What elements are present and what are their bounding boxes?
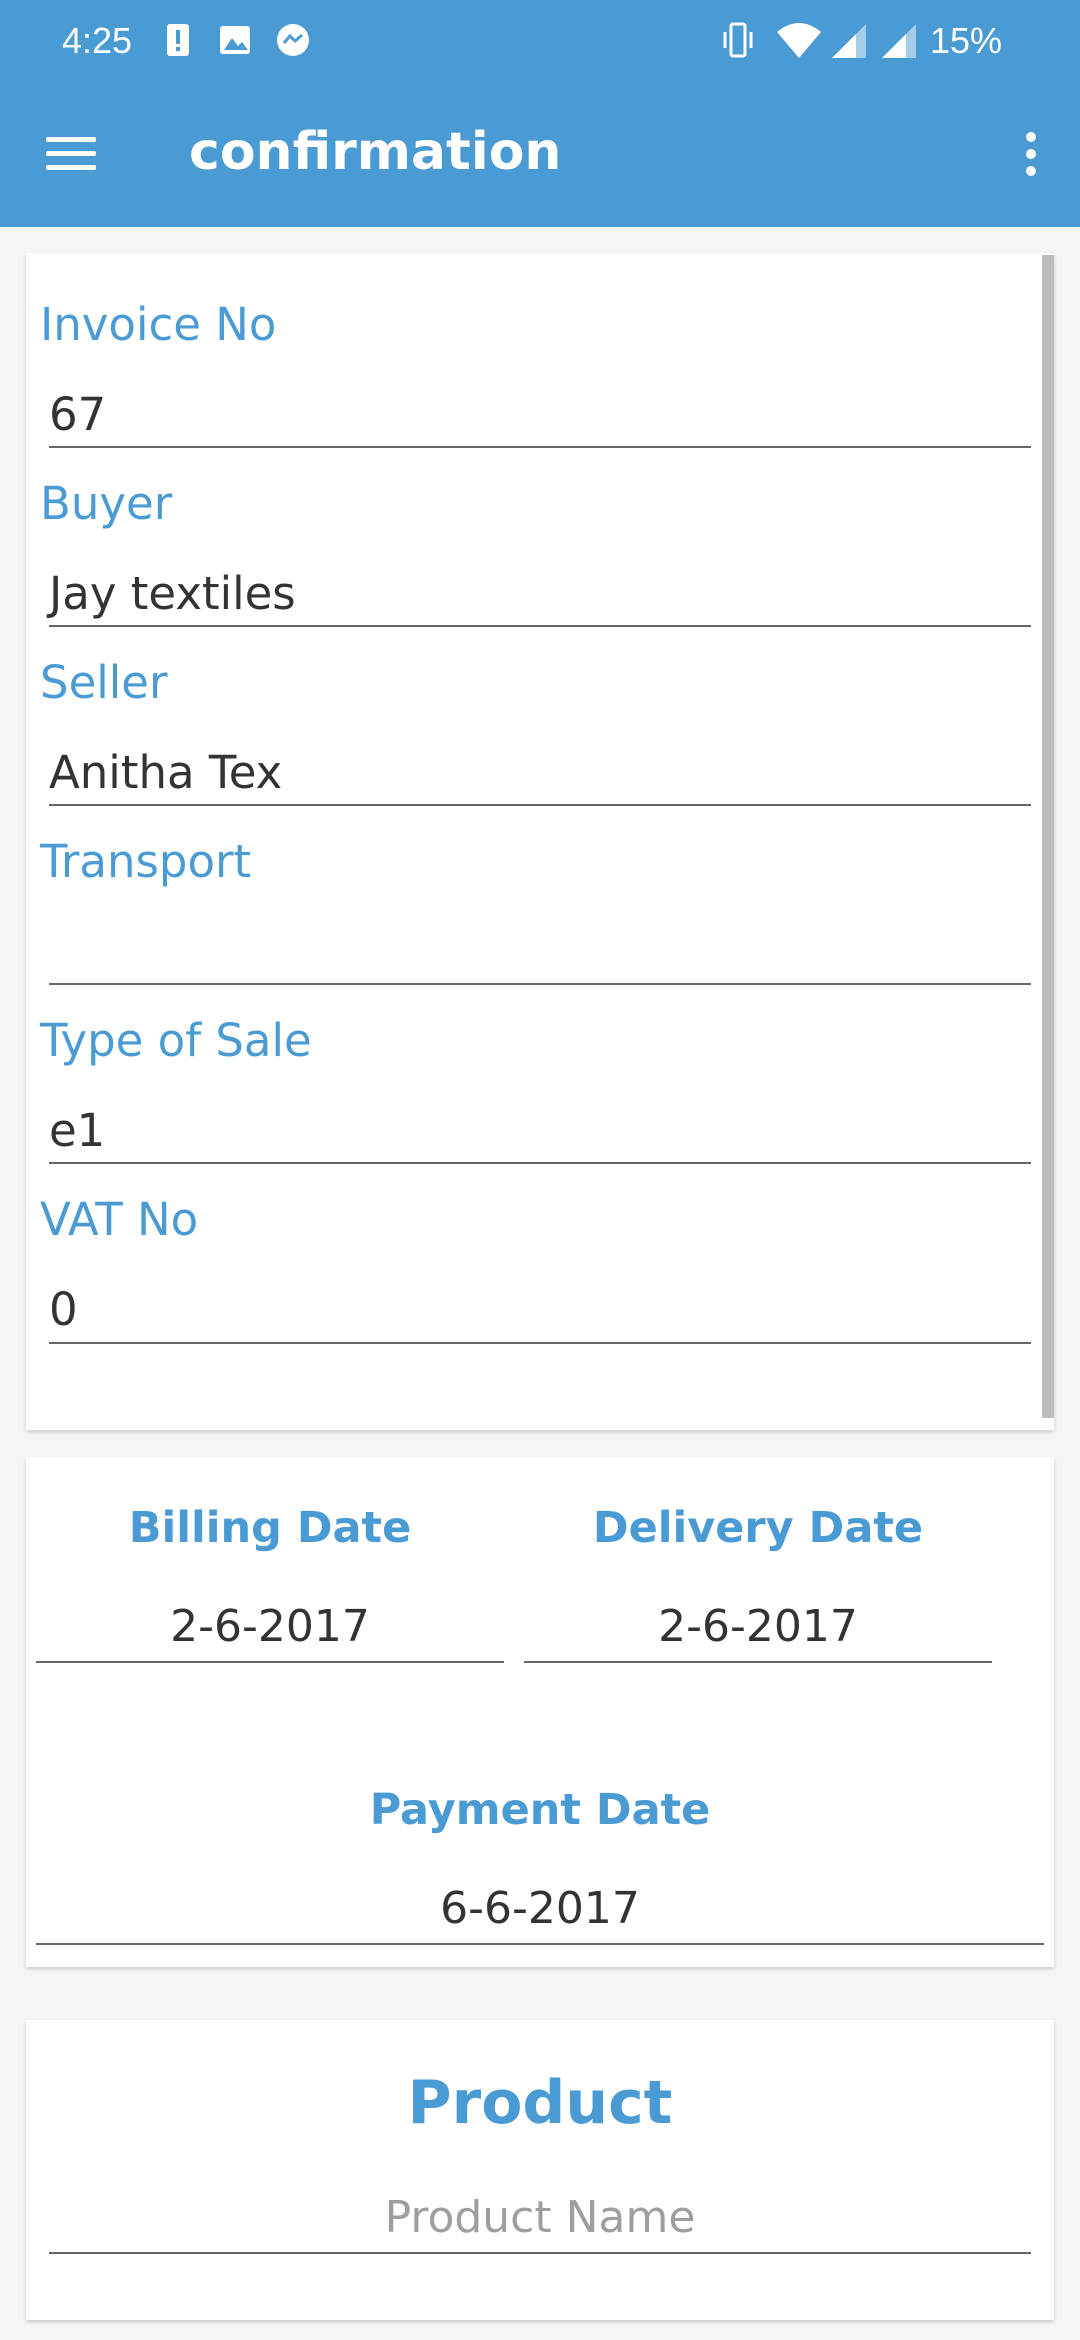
vat-no-field[interactable]: 0 — [49, 1283, 78, 1336]
payment-date-underline — [36, 1943, 1044, 1945]
menu-icon[interactable] — [46, 133, 100, 173]
billing-date-field[interactable]: 2-6-2017 — [36, 1601, 504, 1652]
type-of-sale-label: Type of Sale — [40, 1014, 312, 1067]
buyer-underline — [49, 625, 1031, 627]
seller-underline — [49, 804, 1031, 806]
delivery-date-label: Delivery Date — [592, 1503, 924, 1553]
payment-date-field[interactable]: 6-6-2017 — [36, 1883, 1044, 1934]
product-card — [26, 2020, 1054, 2320]
wifi-icon — [777, 23, 821, 58]
messenger-icon — [277, 24, 309, 56]
status-time: 4:25 — [62, 20, 133, 61]
billing-date-underline — [36, 1661, 504, 1663]
signal-icon — [882, 24, 916, 58]
vat-no-underline — [49, 1342, 1031, 1344]
buyer-label: Buyer — [40, 477, 173, 530]
delivery-date-field[interactable]: 2-6-2017 — [524, 1601, 992, 1652]
product-name-input[interactable]: Product Name — [49, 2192, 1031, 2243]
billing-date-label: Billing Date — [128, 1503, 412, 1553]
status-bar: 4:25 15% — [0, 0, 1080, 80]
app-bar: 4:25 15% confirmation — [0, 0, 1080, 227]
buyer-field[interactable]: Jay textiles — [49, 567, 296, 620]
seller-label: Seller — [40, 656, 168, 709]
delivery-date-underline — [524, 1661, 992, 1663]
invoice-no-field[interactable]: 67 — [49, 388, 106, 441]
transport-underline — [49, 983, 1031, 985]
more-options-icon[interactable] — [1020, 130, 1040, 178]
product-name-underline — [49, 2252, 1031, 2254]
battery-level: 15% — [929, 20, 1002, 61]
payment-date-label: Payment Date — [369, 1785, 711, 1835]
scrollbar[interactable] — [1042, 255, 1054, 1418]
vibrate-icon — [723, 22, 753, 58]
invoice-no-underline — [49, 446, 1031, 448]
transport-field[interactable] — [49, 925, 1029, 980]
type-of-sale-field[interactable]: e1 — [49, 1104, 105, 1157]
signal-icon — [832, 24, 866, 58]
image-icon — [220, 26, 250, 54]
transport-label: Transport — [40, 835, 252, 888]
type-of-sale-underline — [49, 1162, 1031, 1164]
seller-field[interactable]: Anitha Tex — [49, 746, 282, 799]
page-title: confirmation — [189, 122, 562, 182]
vat-no-label: VAT No — [40, 1193, 199, 1246]
invoice-no-label: Invoice No — [40, 298, 277, 351]
product-heading: Product — [407, 2068, 673, 2138]
alert-icon — [167, 24, 189, 56]
